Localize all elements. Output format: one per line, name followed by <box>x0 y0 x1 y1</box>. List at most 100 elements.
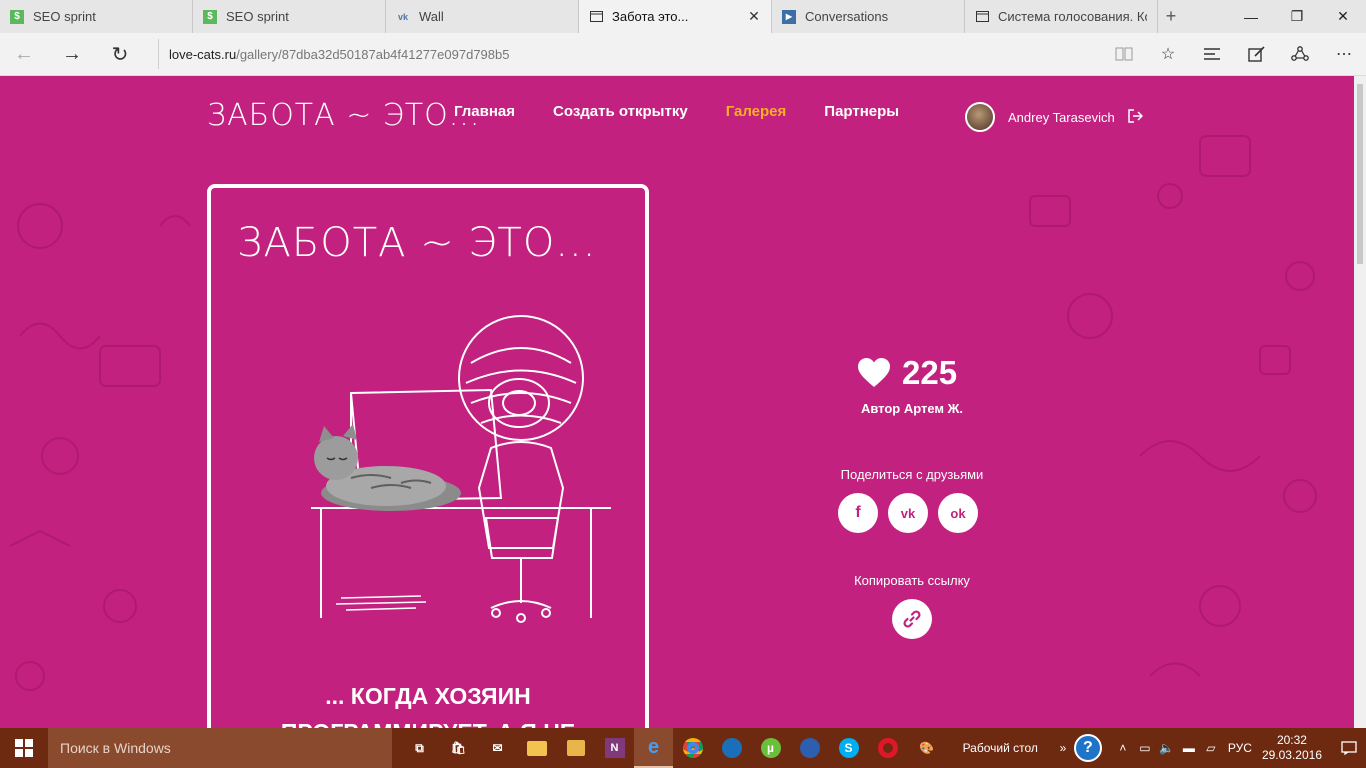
user-name[interactable]: Andrey Tarasevich <box>1008 110 1115 125</box>
more-icon[interactable]: ⋯ <box>1322 33 1366 76</box>
nav-gallery[interactable]: Галерея <box>726 103 787 120</box>
clock[interactable]: 20:32 29.03.2016 <box>1262 733 1322 763</box>
url-host: love-cats.ru <box>169 46 237 62</box>
page-icon <box>975 10 989 24</box>
odnoklassniki-share-button[interactable]: ok <box>938 493 978 533</box>
refresh-button[interactable]: ↻ <box>96 33 144 76</box>
logout-icon[interactable] <box>1127 108 1143 126</box>
back-button[interactable]: ← <box>0 33 48 76</box>
favorite-star-icon[interactable]: ☆ <box>1146 33 1190 76</box>
likes-count: 225 <box>902 354 958 391</box>
seo-sprint-icon: $ <box>203 9 217 24</box>
battery-icon[interactable]: ▬ <box>1178 741 1200 755</box>
like-counter[interactable]: 225 <box>858 354 957 392</box>
hub-icon[interactable] <box>1190 33 1234 76</box>
task-view-icon[interactable]: ⧉ <box>400 728 439 768</box>
chrome-icon[interactable] <box>673 728 712 768</box>
file-explorer-icon[interactable] <box>517 728 556 768</box>
reading-view-icon[interactable] <box>1102 33 1146 76</box>
card-title: ЗАБОТА ~ ЭТО... <box>237 220 597 266</box>
background-doodles <box>9 135 1317 691</box>
skype-icon[interactable]: S <box>829 728 868 768</box>
start-button[interactable] <box>0 728 48 768</box>
scrollbar-thumb[interactable] <box>1357 84 1363 264</box>
vk-icon: vk <box>900 505 916 521</box>
conversations-icon: ▶ <box>782 9 796 24</box>
chevron-icon[interactable]: » <box>1052 741 1074 755</box>
windows-taskbar: Поиск в Windows ⧉ 🛍 ✉ N e µ S 🎨 Рабочий … <box>0 728 1366 768</box>
postcard: ЗАБОТА ~ ЭТО... ... КОГДА ХОЗЯИН <box>207 184 649 728</box>
avatar[interactable] <box>965 102 995 132</box>
main-nav: Главная Создать открытку Галерея Партнер… <box>454 103 899 120</box>
heart-icon[interactable] <box>858 358 890 388</box>
link-icon <box>903 610 921 628</box>
paint-icon[interactable]: 🎨 <box>907 728 946 768</box>
edge-icon[interactable]: e <box>634 728 673 768</box>
odnoklassniki-icon: ok <box>950 505 966 521</box>
network-icon[interactable]: ▭ <box>1134 741 1156 755</box>
nav-home[interactable]: Главная <box>454 103 515 120</box>
windows-search-box[interactable]: Поиск в Windows <box>48 728 392 768</box>
cat-at-desk-illustration <box>311 315 611 623</box>
address-bar: ← → ↻ love-cats.ru/gallery/87dba32d50187… <box>0 33 1366 76</box>
forward-button[interactable]: → <box>48 33 96 76</box>
tab-title: Wall <box>419 9 444 24</box>
tab-title: SEO sprint <box>33 9 96 24</box>
store-icon[interactable]: 🛍 <box>439 728 478 768</box>
app-icon[interactable] <box>790 728 829 768</box>
tab-title: SEO sprint <box>226 9 289 24</box>
user-profile[interactable]: Andrey Tarasevich <box>965 102 1143 132</box>
language-indicator[interactable]: РУС <box>1228 741 1252 755</box>
close-tab-icon[interactable]: ✕ <box>747 8 761 25</box>
help-icon[interactable]: ? <box>1073 734 1102 762</box>
web-note-icon[interactable] <box>1234 33 1278 76</box>
ccleaner-icon[interactable] <box>712 728 751 768</box>
maximize-button[interactable]: ❐ <box>1274 0 1320 33</box>
volume-icon[interactable]: 🔈 <box>1156 741 1178 755</box>
opera-icon[interactable] <box>868 728 907 768</box>
tab-zabota[interactable]: Забота это... ✕ <box>579 0 772 33</box>
facebook-share-button[interactable]: f <box>838 493 878 533</box>
share-buttons: f vk ok <box>838 493 978 533</box>
tab-conversations[interactable]: ▶ Conversations <box>772 0 965 33</box>
clock-time: 20:32 <box>1276 733 1307 747</box>
browser-tab-bar: $ SEO sprint $ SEO sprint vk Wall Забота… <box>0 0 1366 33</box>
url-path: /gallery/87dba32d50187ab4f41277e097d798b… <box>236 46 510 62</box>
system-tray: Рабочий стол » ? ˄ ▭ 🔈 ▬ ▱ РУС 20:32 29.… <box>963 728 1366 768</box>
windows-logo-icon <box>15 739 33 757</box>
utorrent-icon[interactable]: µ <box>751 728 790 768</box>
new-tab-button[interactable]: + <box>1158 0 1184 33</box>
folder-icon[interactable] <box>556 728 595 768</box>
desktop-toolbar-label[interactable]: Рабочий стол <box>963 741 1038 755</box>
tab-seo-sprint-2[interactable]: $ SEO sprint <box>193 0 386 33</box>
vk-icon: vk <box>397 11 408 22</box>
tray-up-icon[interactable]: ˄ <box>1112 741 1134 755</box>
tab-wall[interactable]: vk Wall <box>386 0 579 33</box>
nav-partners[interactable]: Партнеры <box>824 103 899 120</box>
onenote-icon[interactable]: N <box>595 728 634 768</box>
cat-icon <box>314 424 461 511</box>
tab-seo-sprint-1[interactable]: $ SEO sprint <box>0 0 193 33</box>
tab-title: Conversations <box>805 9 889 24</box>
vk-share-button[interactable]: vk <box>888 493 928 533</box>
card-caption: ... КОГДА ХОЗЯИН ПРОГРАММИРУЕТ, А Я НЕ <box>211 678 645 728</box>
seo-sprint-icon: $ <box>10 9 24 24</box>
tab-title: Система голосования. Кон <box>998 9 1147 24</box>
page-scrollbar[interactable] <box>1354 76 1366 728</box>
action-center-icon[interactable] <box>1332 741 1366 755</box>
url-field[interactable]: love-cats.ru/gallery/87dba32d50187ab4f41… <box>158 39 1088 69</box>
close-window-button[interactable]: ✕ <box>1320 0 1366 33</box>
facebook-icon: f <box>855 504 861 521</box>
mail-icon[interactable]: ✉ <box>478 728 517 768</box>
web-page: ЗАБОТА ~ ЭТО... Главная Создать открытку… <box>0 76 1354 728</box>
copy-link-button[interactable] <box>892 599 932 639</box>
copy-link-label: Копировать ссылку <box>854 573 970 588</box>
nav-create-card[interactable]: Создать открытку <box>553 103 688 120</box>
minimize-button[interactable]: — <box>1228 0 1274 33</box>
tab-voting-system[interactable]: Система голосования. Кон <box>965 0 1158 33</box>
clock-date: 29.03.2016 <box>1261 748 1322 762</box>
tab-title: Забота это... <box>612 9 689 24</box>
share-icon[interactable] <box>1278 33 1322 76</box>
message-icon[interactable]: ▱ <box>1200 741 1222 755</box>
site-logo[interactable]: ЗАБОТА ~ ЭТО... <box>207 98 480 133</box>
